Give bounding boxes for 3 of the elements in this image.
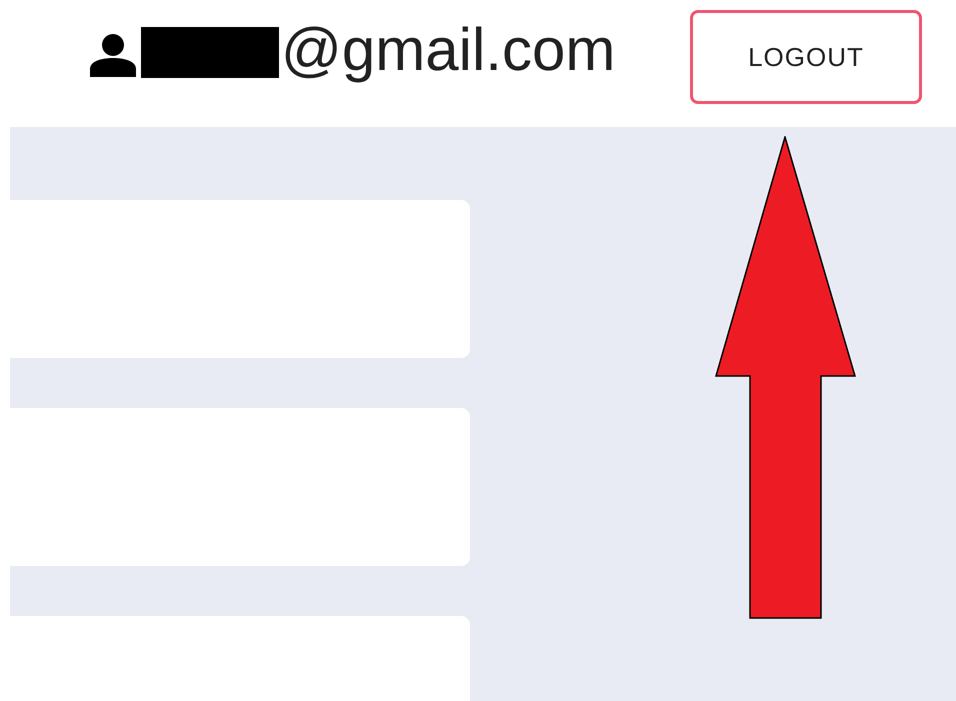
user-email: @gmail.com [281,14,616,84]
user-icon [90,33,136,77]
logout-button[interactable]: LOGOUT [690,10,922,104]
